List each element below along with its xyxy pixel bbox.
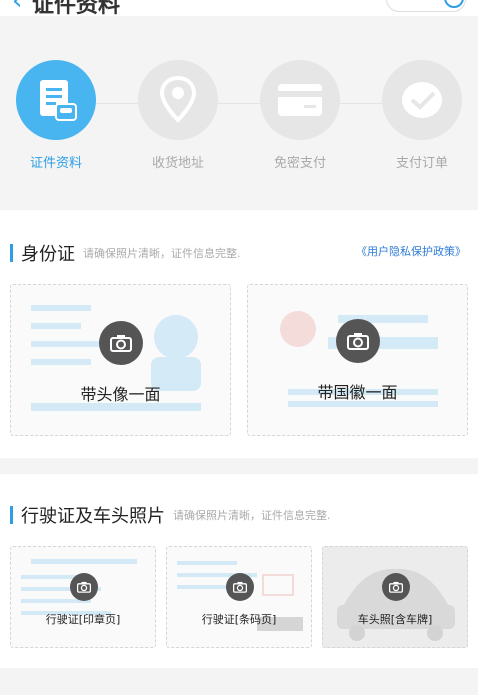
step-connector — [340, 103, 382, 104]
step-documents[interactable]: 证件资料 — [16, 60, 96, 171]
camera-icon — [99, 321, 143, 365]
card-caption: 带头像一面 — [80, 385, 161, 404]
license-seal-page-upload[interactable]: 行驶证[印章页] — [10, 546, 156, 648]
camera-icon — [70, 573, 98, 601]
camera-icon — [226, 573, 254, 601]
step-address[interactable]: 收货地址 — [138, 60, 218, 171]
step-connector — [96, 103, 138, 104]
progress-steps: 证件资料 收货地址 免密支付 支付订单 — [0, 30, 478, 190]
section-title-text: 身份证 — [21, 244, 75, 265]
card-caption: 行驶证[印章页] — [45, 613, 121, 626]
step-connector — [218, 103, 260, 104]
car-front-photo-upload[interactable]: 车头照[含车牌] — [322, 546, 468, 648]
section-hint: 请确保照片清晰，证件信息完整. — [83, 247, 241, 260]
privacy-policy-link[interactable]: 《用户隐私保护政策》 — [356, 243, 466, 259]
step-label: 免密支付 — [273, 156, 326, 171]
step-label: 证件资料 — [29, 156, 82, 171]
step-order[interactable]: 支付订单 — [382, 60, 462, 171]
section-hint: 请确保照片清晰，证件信息完整. — [173, 509, 331, 522]
id-back-upload[interactable]: 带国徽一面 — [247, 284, 468, 436]
id-front-upload[interactable]: 带头像一面 — [10, 284, 231, 436]
id-card-section: 身份证 请确保照片清晰，证件信息完整. 《用户隐私保护政策》 带头像一面 带国徽… — [0, 210, 478, 458]
page-title: 证件资料 — [32, 0, 121, 16]
card-caption: 车头照[含车牌] — [357, 613, 433, 626]
back-arrow-icon[interactable]: ‹ — [12, 0, 22, 16]
accent-bar — [10, 244, 13, 262]
section-title: 身份证 请确保照片清晰，证件信息完整. — [10, 240, 241, 266]
camera-icon — [382, 573, 410, 601]
step-label: 收货地址 — [151, 156, 204, 171]
card-icon — [260, 60, 340, 140]
accent-bar — [10, 506, 13, 524]
license-barcode-page-upload[interactable]: 行驶证[条码页] — [166, 546, 312, 648]
camera-icon — [336, 319, 380, 363]
section-title-text: 行驶证及车头照片 — [21, 506, 165, 527]
vehicle-license-section: 行驶证及车头照片 请确保照片清晰，证件信息完整. 行驶证[印章页] 行驶证[条码… — [0, 474, 478, 668]
check-icon — [382, 60, 462, 140]
document-icon — [16, 60, 96, 140]
card-caption: 行驶证[条码页] — [201, 613, 277, 626]
location-pin-icon — [138, 60, 218, 140]
card-caption: 带国徽一面 — [317, 383, 398, 402]
section-title: 行驶证及车头照片 请确保照片清晰，证件信息完整. — [10, 502, 331, 528]
app-header: ‹ 证件资料 — [0, 0, 478, 16]
step-payment[interactable]: 免密支付 — [260, 60, 340, 171]
step-label: 支付订单 — [395, 156, 448, 171]
